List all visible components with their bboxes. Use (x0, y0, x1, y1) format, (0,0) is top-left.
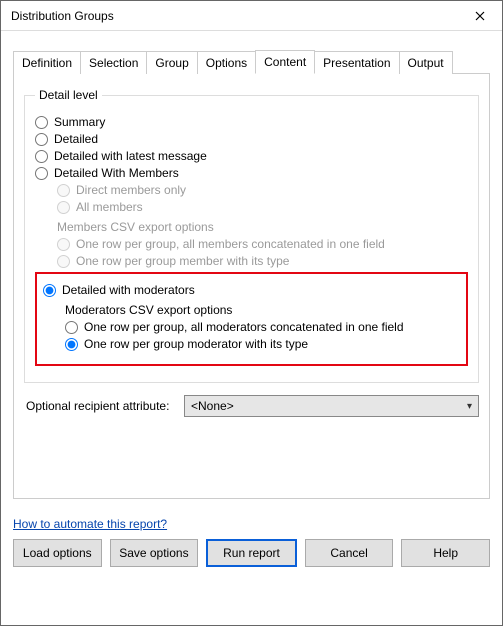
radio-detailed-moderators[interactable]: Detailed with moderators (43, 283, 460, 297)
tab-selection[interactable]: Selection (80, 51, 147, 74)
detail-level-group: Detail level Summary Detailed Detailed w… (24, 88, 479, 383)
radio-detailed[interactable]: Detailed (35, 132, 468, 146)
save-options-button[interactable]: Save options (110, 539, 199, 567)
tab-options[interactable]: Options (197, 51, 256, 74)
optional-attribute-label: Optional recipient attribute: (24, 399, 184, 413)
button-bar: Load options Save options Run report Can… (1, 531, 502, 579)
help-button[interactable]: Help (401, 539, 490, 567)
cancel-button[interactable]: Cancel (305, 539, 394, 567)
radio-detailed-members[interactable]: Detailed With Members (35, 166, 468, 180)
tab-pane-content: Detail level Summary Detailed Detailed w… (13, 73, 490, 499)
radio-summary[interactable]: Summary (35, 115, 468, 129)
close-icon (475, 11, 485, 21)
tab-content[interactable]: Content (255, 50, 315, 74)
radio-direct-members-only: Direct members only (57, 183, 468, 197)
radio-detailed-latest[interactable]: Detailed with latest message (35, 149, 468, 163)
tab-definition[interactable]: Definition (13, 51, 81, 74)
tab-bar: Definition Selection Group Options Conte… (13, 49, 490, 73)
radio-members-csv-concat: One row per group, all members concatena… (57, 237, 468, 251)
members-csv-heading: Members CSV export options (57, 220, 468, 234)
tab-presentation[interactable]: Presentation (314, 51, 399, 74)
window-title: Distribution Groups (11, 9, 458, 23)
optional-attribute-row: Optional recipient attribute: <None> ▾ (24, 395, 479, 417)
radio-all-members: All members (57, 200, 468, 214)
automate-report-link[interactable]: How to automate this report? (13, 517, 167, 531)
chevron-down-icon: ▾ (467, 401, 472, 412)
title-bar: Distribution Groups (1, 1, 502, 31)
optional-attribute-select[interactable]: <None> ▾ (184, 395, 479, 417)
highlight-box: Detailed with moderators Moderators CSV … (35, 272, 468, 366)
radio-mods-csv-per-moderator[interactable]: One row per group moderator with its typ… (65, 337, 460, 351)
run-report-button[interactable]: Run report (206, 539, 297, 567)
close-button[interactable] (458, 1, 502, 30)
tab-group[interactable]: Group (146, 51, 197, 74)
radio-members-csv-per-member: One row per group member with its type (57, 254, 468, 268)
optional-attribute-value: <None> (191, 399, 234, 413)
detail-level-legend: Detail level (35, 88, 102, 102)
moderators-csv-heading: Moderators CSV export options (65, 303, 460, 317)
radio-mods-csv-concat[interactable]: One row per group, all moderators concat… (65, 320, 460, 334)
load-options-button[interactable]: Load options (13, 539, 102, 567)
tab-output[interactable]: Output (399, 51, 453, 74)
